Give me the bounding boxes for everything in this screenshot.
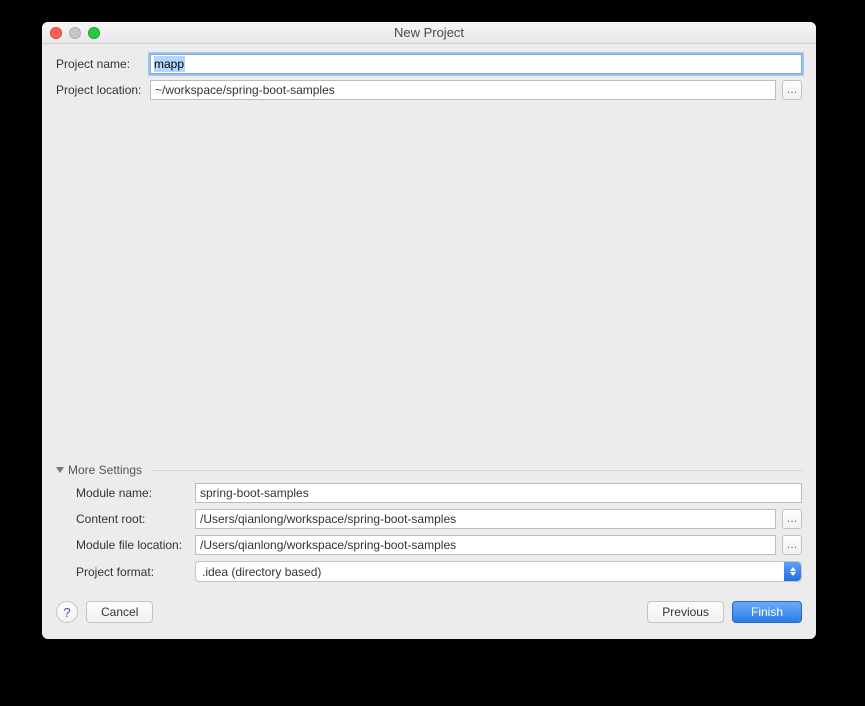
project-name-row: Project name: mapp: [56, 54, 802, 74]
module-file-location-label: Module file location:: [76, 538, 189, 552]
section-divider: [152, 470, 802, 471]
content-spacer: [56, 106, 802, 457]
dialog-content: Project name: mapp Project location: … M…: [42, 44, 816, 595]
project-location-label: Project location:: [56, 83, 144, 97]
project-location-browse-button[interactable]: …: [782, 80, 802, 100]
content-root-browse-button[interactable]: …: [782, 509, 802, 529]
titlebar: New Project: [42, 22, 816, 44]
minimize-icon: [69, 27, 81, 39]
module-file-location-browse-button[interactable]: …: [782, 535, 802, 555]
more-settings-header[interactable]: More Settings: [56, 463, 802, 477]
window-controls: [50, 27, 100, 39]
select-arrows-icon: [784, 562, 801, 581]
module-name-row: Module name:: [76, 483, 802, 503]
zoom-icon[interactable]: [88, 27, 100, 39]
finish-button[interactable]: Finish: [732, 601, 802, 623]
more-settings-body: Module name: Content root: … Module file…: [56, 483, 802, 588]
project-location-input[interactable]: [150, 80, 776, 100]
module-name-input[interactable]: [195, 483, 802, 503]
dialog-window: New Project Project name: mapp Project l…: [42, 22, 816, 639]
disclosure-triangle-icon: [56, 467, 64, 473]
project-format-select[interactable]: .idea (directory based): [195, 561, 802, 582]
project-format-label: Project format:: [76, 565, 189, 579]
cancel-button[interactable]: Cancel: [86, 601, 153, 623]
content-root-input[interactable]: [195, 509, 776, 529]
close-icon[interactable]: [50, 27, 62, 39]
project-name-input-wrap: mapp: [150, 54, 802, 74]
project-format-row: Project format: .idea (directory based): [76, 561, 802, 582]
project-name-input[interactable]: [150, 54, 802, 74]
content-root-row: Content root: …: [76, 509, 802, 529]
project-format-value: .idea (directory based): [202, 565, 321, 579]
dialog-footer: ? Cancel Previous Finish: [42, 595, 816, 639]
previous-button[interactable]: Previous: [647, 601, 724, 623]
project-name-selection: mapp: [154, 56, 185, 72]
more-settings-title: More Settings: [68, 463, 142, 477]
help-button[interactable]: ?: [56, 601, 78, 623]
project-location-row: Project location: …: [56, 80, 802, 100]
content-root-label: Content root:: [76, 512, 189, 526]
window-title: New Project: [394, 25, 464, 40]
module-name-label: Module name:: [76, 486, 189, 500]
module-file-location-row: Module file location: …: [76, 535, 802, 555]
project-name-label: Project name:: [56, 57, 144, 71]
module-file-location-input[interactable]: [195, 535, 776, 555]
